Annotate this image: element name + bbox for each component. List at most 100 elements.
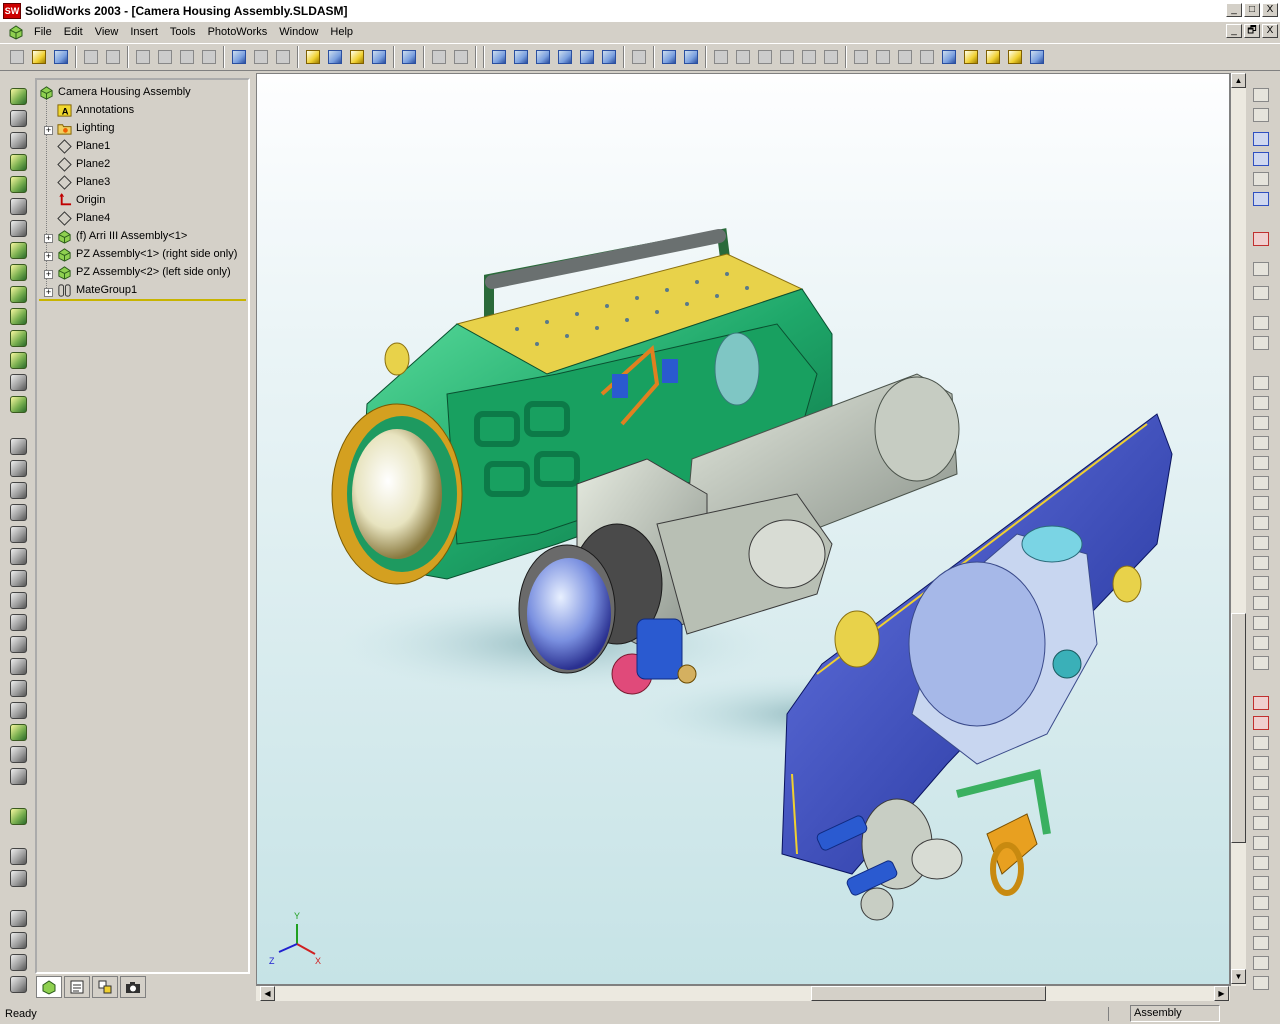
- tree-item-arri-assembly[interactable]: (f) Arri III Assembly<1>: [57, 227, 257, 245]
- help-icon[interactable]: [428, 46, 450, 68]
- rollback-bar[interactable]: [39, 299, 246, 301]
- explode-line-sketch-icon[interactable]: [10, 308, 27, 325]
- print-icon[interactable]: [80, 46, 102, 68]
- horizontal-scrollbar[interactable]: ◀ ▶: [256, 985, 1230, 1001]
- menu-file[interactable]: File: [28, 22, 58, 42]
- tree-item-plane1[interactable]: Plane1: [57, 137, 257, 155]
- revolved-cut-icon[interactable]: [10, 548, 27, 565]
- smart-fasteners-icon[interactable]: [10, 264, 27, 281]
- no-external-references-icon[interactable]: [10, 176, 27, 193]
- menu-window[interactable]: Window: [273, 22, 324, 42]
- line-icon[interactable]: [1253, 376, 1269, 390]
- interference-detection-icon[interactable]: [10, 330, 27, 347]
- maximize-button[interactable]: □: [1244, 3, 1260, 17]
- hide-show-icon[interactable]: [10, 110, 27, 127]
- select-icon[interactable]: [368, 46, 390, 68]
- view-isometric-icon[interactable]: [598, 46, 620, 68]
- tree-root[interactable]: Camera Housing Assembly: [39, 83, 239, 101]
- new-file-icon[interactable]: [6, 46, 28, 68]
- scroll-left-button[interactable]: ◀: [260, 986, 275, 1001]
- menu-tools[interactable]: Tools: [164, 22, 202, 42]
- hidden-lines-gray-icon[interactable]: [872, 46, 894, 68]
- trim-icon[interactable]: [1253, 696, 1269, 710]
- reference-plane-icon[interactable]: [10, 910, 27, 927]
- whats-this-icon[interactable]: [450, 46, 472, 68]
- tree-item-plane3[interactable]: Plane3: [57, 173, 257, 191]
- hole-wizard-icon[interactable]: [10, 724, 27, 741]
- doc-close-button[interactable]: X: [1262, 24, 1278, 38]
- photoworks-render-icon[interactable]: [10, 396, 27, 413]
- tree-item-pz-assembly-1[interactable]: PZ Assembly<1> (right side only): [57, 245, 257, 263]
- tangent-arc-icon[interactable]: [1253, 416, 1269, 430]
- tree-item-mategroup[interactable]: MateGroup1: [57, 281, 257, 299]
- add-relation-icon[interactable]: [1253, 192, 1269, 206]
- solidworks-logo-icon[interactable]: SW: [3, 3, 21, 19]
- wireframe-icon[interactable]: [850, 46, 872, 68]
- tree-item-pz-assembly-2[interactable]: PZ Assembly<2> (left side only): [57, 263, 257, 281]
- expand-pz1-toggle[interactable]: +: [44, 252, 53, 261]
- print-preview-icon[interactable]: [102, 46, 124, 68]
- section-view-icon[interactable]: [1004, 46, 1026, 68]
- select-edge-icon[interactable]: [658, 46, 680, 68]
- swept-cut-icon[interactable]: [10, 570, 27, 587]
- mirror-entities-icon[interactable]: [1253, 336, 1269, 350]
- scroll-up-button[interactable]: ▲: [1231, 73, 1246, 88]
- scroll-down-button[interactable]: ▼: [1231, 969, 1246, 984]
- tree-item-lighting[interactable]: Lighting: [57, 119, 257, 137]
- modify-sketch-icon[interactable]: [1253, 232, 1269, 246]
- menu-insert[interactable]: Insert: [124, 22, 164, 42]
- normal-to-icon[interactable]: [628, 46, 650, 68]
- view-right-icon[interactable]: [554, 46, 576, 68]
- text-icon[interactable]: [1253, 636, 1269, 650]
- extruded-cut-icon[interactable]: [10, 526, 27, 543]
- delete-icon[interactable]: [198, 46, 220, 68]
- centerline-icon[interactable]: [1253, 616, 1269, 630]
- rebuild-icon[interactable]: [302, 46, 324, 68]
- copy-icon[interactable]: [154, 46, 176, 68]
- undo-icon[interactable]: [228, 46, 250, 68]
- colors-icon[interactable]: [346, 46, 368, 68]
- point-sketch-icon[interactable]: [1253, 596, 1269, 610]
- spline-icon[interactable]: [1253, 496, 1269, 510]
- move-component-icon[interactable]: [10, 220, 27, 237]
- convert-entities-icon[interactable]: [1253, 262, 1269, 276]
- lofted-boss-icon[interactable]: [10, 504, 27, 521]
- swept-boss-icon[interactable]: [10, 482, 27, 499]
- save-icon[interactable]: [50, 46, 72, 68]
- display-relations-icon[interactable]: [1253, 936, 1269, 950]
- configuration-manager-tab[interactable]: [92, 976, 118, 998]
- photoworks-tab[interactable]: [120, 976, 146, 998]
- extend-icon[interactable]: [1253, 716, 1269, 730]
- extruded-boss-icon[interactable]: [10, 438, 27, 455]
- offset-entities-icon[interactable]: [1253, 656, 1269, 670]
- tree-item-annotations[interactable]: A Annotations: [57, 101, 257, 119]
- property-manager-tab[interactable]: [64, 976, 90, 998]
- simulation-icon[interactable]: [10, 352, 27, 369]
- circular-sketch-pattern-icon[interactable]: [1253, 796, 1269, 810]
- menu-photoworks[interactable]: PhotoWorks: [202, 22, 274, 42]
- smart-dimension-icon[interactable]: [1253, 152, 1269, 166]
- rectangle-icon[interactable]: [1253, 556, 1269, 570]
- undo-dropdown-icon[interactable]: [250, 46, 272, 68]
- parallelogram-icon[interactable]: [1253, 576, 1269, 590]
- menu-view[interactable]: View: [89, 22, 125, 42]
- document-assembly-icon[interactable]: [8, 24, 24, 40]
- cut-icon[interactable]: [132, 46, 154, 68]
- edit-component-icon[interactable]: [10, 154, 27, 171]
- coordinate-system-icon[interactable]: [10, 954, 27, 971]
- scale-entities-icon[interactable]: [1253, 856, 1269, 870]
- parabola-icon[interactable]: [1253, 516, 1269, 530]
- repair-sketch-icon[interactable]: [1253, 976, 1269, 990]
- split-curves-icon[interactable]: [1253, 736, 1269, 750]
- draft-icon[interactable]: [10, 702, 27, 719]
- shadows-icon[interactable]: [960, 46, 982, 68]
- insert-component-icon[interactable]: [10, 88, 27, 105]
- grid-icon[interactable]: [1253, 108, 1269, 122]
- zoom-to-fit-icon[interactable]: [710, 46, 732, 68]
- redo-icon[interactable]: [272, 46, 294, 68]
- change-suppression-icon[interactable]: [10, 132, 27, 149]
- expand-lighting-toggle[interactable]: +: [44, 126, 53, 135]
- menu-help[interactable]: Help: [324, 22, 359, 42]
- perspective-icon[interactable]: [982, 46, 1004, 68]
- rib-icon[interactable]: [10, 658, 27, 675]
